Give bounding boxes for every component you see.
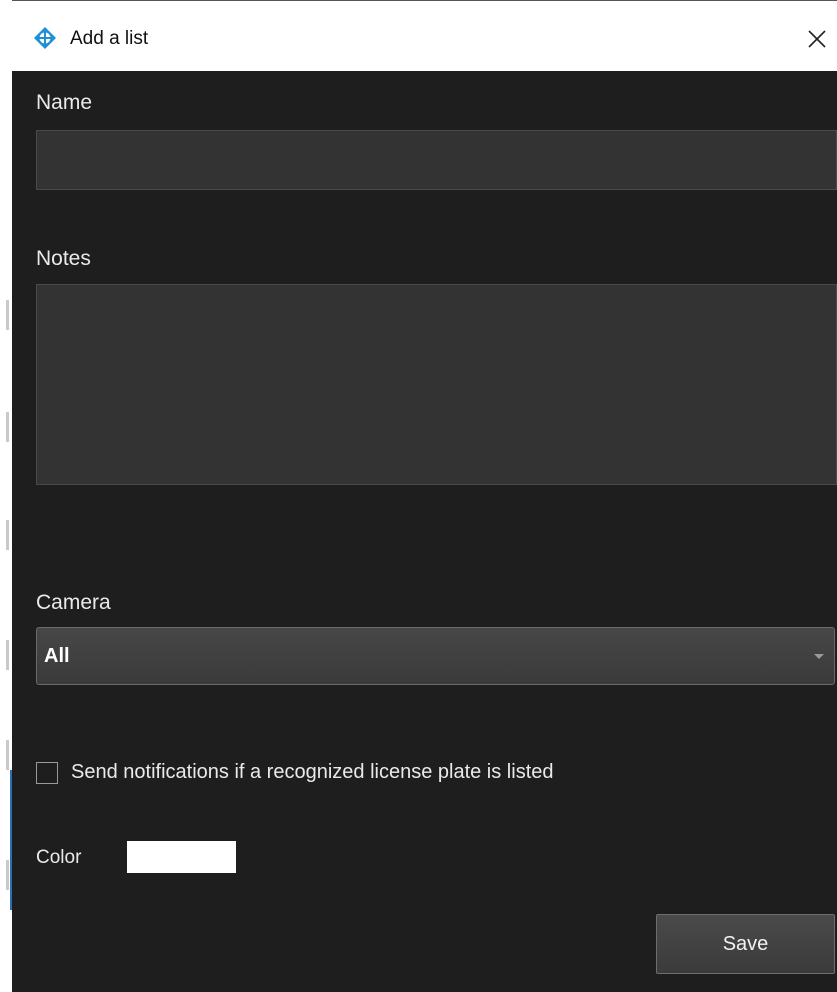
close-icon: [808, 30, 826, 48]
save-button[interactable]: Save: [656, 914, 835, 974]
dialog-title: Add a list: [70, 28, 149, 49]
add-list-dialog: Add a list Name Notes Camera All Send no…: [12, 0, 837, 992]
name-label: Name: [36, 91, 93, 114]
background-edge-mark: [6, 412, 9, 442]
notes-textarea[interactable]: [36, 284, 837, 485]
send-notifications-checkbox[interactable]: [36, 762, 58, 784]
color-label: Color: [36, 847, 82, 868]
camera-selected-value: All: [44, 645, 70, 667]
dialog-titlebar: Add a list: [12, 1, 837, 71]
send-notifications-label[interactable]: Send notifications if a recognized licen…: [71, 761, 554, 784]
app-logo-icon: [34, 27, 56, 49]
background-edge-mark: [6, 860, 9, 890]
name-input[interactable]: [36, 130, 837, 190]
close-button[interactable]: [797, 19, 837, 59]
background-edge-mark: [6, 300, 9, 330]
camera-label: Camera: [36, 591, 111, 614]
camera-select[interactable]: All: [36, 627, 835, 685]
background-window-edge: [0, 0, 12, 992]
notes-label: Notes: [36, 247, 91, 270]
color-swatch-button[interactable]: [127, 841, 236, 873]
background-edge-mark: [6, 740, 9, 770]
chevron-down-icon: [814, 654, 824, 659]
background-edge-mark: [6, 640, 9, 670]
background-edge-mark: [6, 520, 9, 550]
